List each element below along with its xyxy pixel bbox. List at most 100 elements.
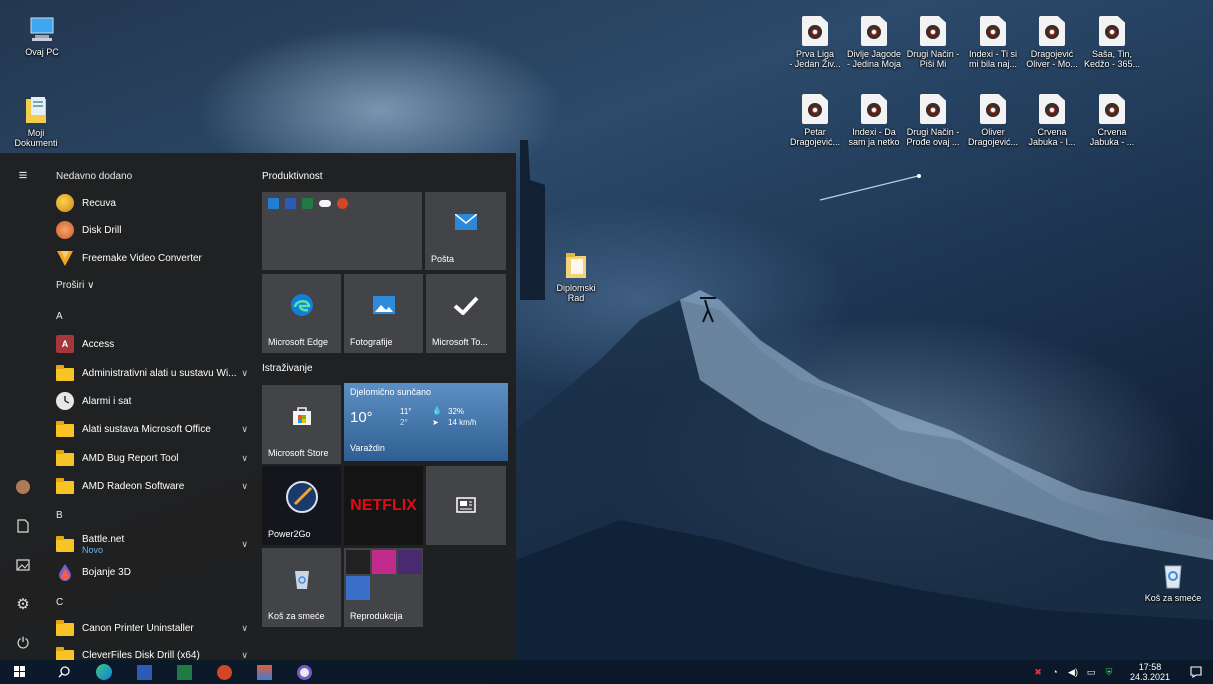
- folder-icon: [56, 450, 74, 466]
- weather-city: Varaždin: [350, 443, 385, 453]
- start-button-windows-icon[interactable]: [0, 660, 40, 684]
- settings-gear-icon[interactable]: ⚙: [0, 584, 46, 624]
- security-shield-icon[interactable]: ⛨: [1100, 667, 1118, 678]
- start-menu: ≡ ⚙ ⏻ Nedavno dodano Recuva Disk Drill F…: [0, 153, 516, 660]
- letter-header-a[interactable]: A: [56, 311, 63, 322]
- desktop-recycle-bin[interactable]: Koš za smeće: [1143, 560, 1203, 603]
- app-folder-cleverfiles[interactable]: CleverFiles Disk Drill (x64) ∨: [56, 642, 252, 660]
- app-folder-battlenet[interactable]: Battle.net Novo ∨: [56, 529, 252, 559]
- app-recuva[interactable]: Recuva: [56, 190, 252, 216]
- desktop-media-file[interactable]: Divlje Jagode - Jedina Moja: [844, 16, 904, 69]
- checkmark-icon: [453, 295, 479, 317]
- app-folder-canon[interactable]: Canon Printer Uninstaller ∨: [56, 615, 252, 641]
- hamburger-menu-icon[interactable]: ≡: [0, 155, 46, 195]
- volume-icon[interactable]: ◀): [1064, 667, 1082, 678]
- app-alarms-clock[interactable]: Alarmi i sat: [56, 388, 252, 414]
- app-disk-drill[interactable]: Disk Drill: [56, 217, 252, 243]
- letter-header-c[interactable]: C: [56, 597, 63, 608]
- mail-icon: [454, 213, 477, 232]
- app-label: Disk Drill: [82, 224, 122, 236]
- weather-low: 2°: [400, 418, 408, 427]
- desktop-icon-label: Ovaj PC: [25, 47, 59, 57]
- action-center-icon[interactable]: [1178, 660, 1213, 684]
- app-paint3d[interactable]: Bojanje 3D: [56, 559, 252, 585]
- desktop-media-file[interactable]: Dragojević Oliver - Mo...: [1022, 16, 1082, 69]
- nitrado-icon: [346, 550, 370, 574]
- media-file-icon: [802, 94, 828, 124]
- power-icon[interactable]: ⏻: [0, 623, 46, 663]
- media-file-icon: [920, 16, 946, 46]
- taskbar-file-manager-icon[interactable]: [244, 660, 284, 684]
- tile-play-folder[interactable]: Reprodukcija: [344, 548, 423, 627]
- app-freemake[interactable]: Freemake Video Converter: [56, 245, 252, 271]
- group-title-productivity[interactable]: Produktivnost: [262, 171, 323, 182]
- group-title-explore[interactable]: Istraživanje: [262, 363, 313, 374]
- tile-todo[interactable]: Microsoft To...: [426, 274, 506, 353]
- tile-netflix[interactable]: NETFLIX: [344, 466, 423, 545]
- app-label: Alati sustava Microsoft Office: [82, 423, 211, 435]
- media-file-label: Crvena Jabuka - I...: [1028, 127, 1076, 147]
- tray-app-icon[interactable]: ✖: [1030, 667, 1046, 678]
- new-badge: Novo: [82, 544, 104, 555]
- app-label: Battle.net: [82, 533, 125, 545]
- expand-link[interactable]: Proširi ∨: [56, 280, 94, 291]
- tile-photos[interactable]: Fotografije: [344, 274, 423, 353]
- desktop-icon-my-documents[interactable]: Moji Dokumenti: [6, 95, 66, 148]
- tile-weather[interactable]: Djelomično sunčano 10° 11° 2° 💧 32% ➤ 14…: [344, 383, 508, 461]
- app-folder-amd-radeon[interactable]: AMD Radeon Software ∨: [56, 473, 252, 499]
- app-label: Freemake Video Converter: [82, 252, 202, 264]
- app-folder-admin-tools[interactable]: Administrativni alati u sustavu Wi... ∨: [56, 360, 252, 386]
- desktop-media-file[interactable]: Crvena Jabuka - I...: [1022, 94, 1082, 147]
- desktop-icon-this-pc[interactable]: Ovaj PC: [12, 14, 72, 57]
- taskbar-excel-icon[interactable]: [164, 660, 204, 684]
- search-icon[interactable]: [44, 660, 84, 684]
- folder-icon: [56, 478, 74, 494]
- app-folder-office-tools[interactable]: Alati sustava Microsoft Office ∨: [56, 416, 252, 442]
- tile-power2go[interactable]: Power2Go: [262, 466, 341, 545]
- desktop-media-file[interactable]: Saša, Tin, Kedžo - 365...: [1082, 16, 1142, 69]
- documents-icon[interactable]: [0, 506, 46, 546]
- desktop-media-file[interactable]: Oliver Dragojević...: [963, 94, 1023, 147]
- taskbar-lock-app-icon[interactable]: [284, 660, 324, 684]
- media-file-icon: [1099, 16, 1125, 46]
- power2go-icon: [285, 480, 319, 516]
- desktop-media-file[interactable]: Drugi Način - Piši Mi: [903, 16, 963, 69]
- excel-icon: [302, 198, 313, 209]
- tile-news[interactable]: [426, 466, 506, 545]
- app-access[interactable]: A Access: [56, 331, 252, 357]
- outlook-icon: [268, 198, 279, 209]
- desktop-icon-label: Koš za smeće: [1144, 593, 1202, 603]
- desktop-media-file[interactable]: Crvena Jabuka - ...: [1082, 94, 1142, 147]
- tile-store[interactable]: Microsoft Store: [262, 385, 341, 464]
- battery-icon[interactable]: ▭: [1082, 667, 1100, 678]
- weather-humidity: 32%: [448, 407, 465, 416]
- taskbar-powerpoint-icon[interactable]: [204, 660, 244, 684]
- tile-label: Reprodukcija: [350, 611, 403, 621]
- desktop-media-file[interactable]: Prva Liga - Jedan Živ...: [785, 16, 845, 69]
- desktop-media-file[interactable]: Indexi - Ti si mi bila naj...: [963, 16, 1023, 69]
- desktop-media-file[interactable]: Indexi - Da sam ja netko: [844, 94, 904, 147]
- system-tray: ✖ ◔ ◀) ▭ ⛨: [1030, 660, 1118, 684]
- tile-office[interactable]: [262, 192, 422, 270]
- desktop-media-file[interactable]: Petar Dragojević...: [785, 94, 845, 147]
- desktop-media-file[interactable]: Drugi Način - Prođe ovaj ...: [903, 94, 963, 147]
- folder-icon: [56, 620, 74, 636]
- app-folder-amd-bug[interactable]: AMD Bug Report Tool ∨: [56, 445, 252, 471]
- letter-header-b[interactable]: B: [56, 510, 63, 521]
- network-icon[interactable]: ◔: [1046, 667, 1064, 677]
- pictures-icon[interactable]: [0, 545, 46, 585]
- store-bag-icon: [292, 406, 312, 428]
- taskbar-edge-icon[interactable]: [84, 660, 124, 684]
- paint3d-icon: [56, 563, 74, 581]
- taskbar: ✖ ◔ ◀) ▭ ⛨ 17:58 24.3.2021: [0, 660, 1213, 684]
- user-avatar[interactable]: [0, 467, 46, 507]
- media-file-label: Dragojević Oliver - Mo...: [1026, 49, 1078, 69]
- alarm-clock-icon: [56, 392, 74, 410]
- taskbar-word-icon[interactable]: [124, 660, 164, 684]
- taskbar-clock[interactable]: 17:58 24.3.2021: [1126, 662, 1174, 682]
- tile-mail[interactable]: Pošta: [425, 192, 506, 270]
- tile-recycle-bin[interactable]: Koš za smeće: [262, 548, 341, 627]
- weather-condition: Djelomično sunčano: [350, 387, 432, 397]
- desktop-folder-diplomski[interactable]: Diplomski Rad: [546, 250, 606, 303]
- tile-edge[interactable]: Microsoft Edge: [262, 274, 341, 353]
